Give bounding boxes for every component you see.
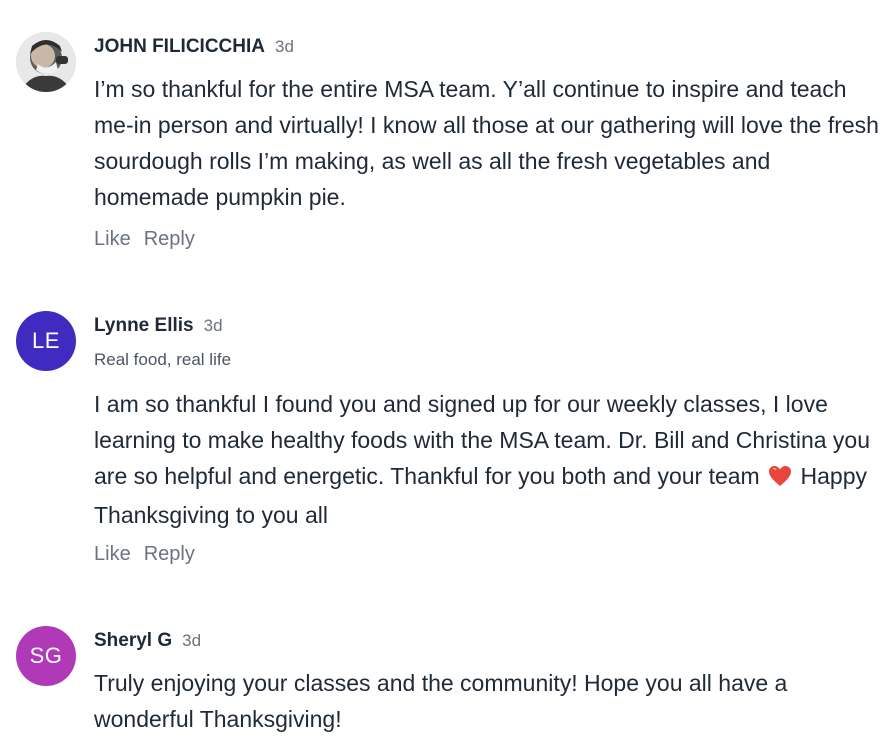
comment-timestamp[interactable]: 3d bbox=[275, 37, 294, 57]
avatar[interactable]: LE bbox=[16, 311, 76, 371]
reply-button[interactable]: Reply bbox=[144, 543, 195, 566]
reply-button[interactable]: Reply bbox=[144, 228, 195, 251]
comment-timestamp[interactable]: 3d bbox=[182, 631, 201, 651]
comment-body: Truly enjoying your classes and the comm… bbox=[94, 670, 788, 732]
author-name[interactable]: JOHN FILICICCHIA bbox=[94, 36, 265, 58]
like-button[interactable]: Like bbox=[94, 228, 131, 251]
user-photo-icon bbox=[16, 32, 76, 92]
comment-body: I am so thankful I found you and signed … bbox=[94, 386, 879, 533]
author-name[interactable]: Sheryl G bbox=[94, 630, 172, 652]
comment-body-text: I am so thankful I found you and signed … bbox=[94, 391, 871, 489]
author-subtitle: Real food, real life bbox=[94, 350, 232, 369]
comment-actions: Like Reply bbox=[94, 543, 195, 566]
comment-actions: Like Reply bbox=[94, 228, 195, 251]
avatar[interactable]: SG bbox=[16, 626, 76, 686]
comment-timestamp[interactable]: 3d bbox=[204, 316, 223, 336]
like-button[interactable]: Like bbox=[94, 543, 131, 566]
red-heart-icon bbox=[768, 461, 792, 497]
comment-body: I’m so thankful for the entire MSA team.… bbox=[94, 76, 879, 210]
author-name[interactable]: Lynne Ellis bbox=[94, 315, 194, 337]
avatar[interactable] bbox=[16, 32, 76, 92]
